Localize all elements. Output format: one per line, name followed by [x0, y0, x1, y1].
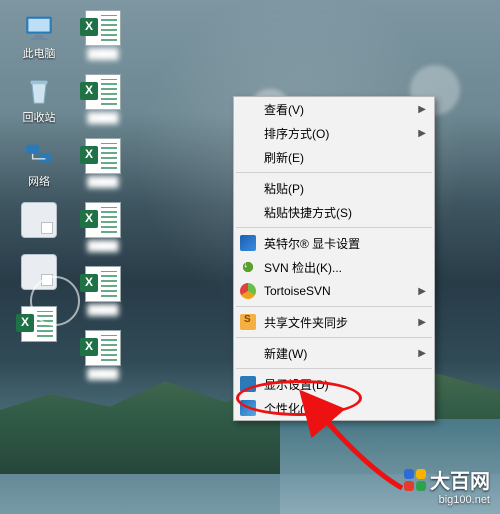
menu-item-personalize[interactable]: 个性化(R) — [234, 396, 434, 420]
menu-item-label: 排序方式(O) — [264, 125, 329, 142]
desktop-icon-network[interactable]: 网络 — [11, 138, 67, 188]
shared-folder-icon — [240, 314, 256, 330]
personalize-icon — [240, 400, 256, 416]
excel-file-icon — [85, 330, 121, 366]
network-icon — [21, 138, 57, 174]
desktop-icon-label: ████ — [87, 112, 118, 124]
menu-item-label: 粘贴(P) — [264, 180, 304, 197]
desktop-icon-label: 此电脑 — [23, 48, 56, 60]
intel-icon — [240, 235, 256, 251]
desktop-icon-generic[interactable] — [11, 202, 67, 240]
menu-item-sort[interactable]: 排序方式(O) ▶ — [234, 121, 434, 145]
menu-item-paste-shortcut[interactable]: 粘贴快捷方式(S) — [234, 200, 434, 224]
excel-file-icon — [85, 138, 121, 174]
menu-separator — [236, 306, 432, 307]
menu-item-svn-checkout[interactable]: SVN 检出(K)... — [234, 255, 434, 279]
menu-separator — [236, 368, 432, 369]
desktop-icon-excel[interactable]: ████ — [75, 74, 131, 124]
watermark-brand: 大百网 — [430, 465, 490, 494]
tortoisesvn-icon — [240, 283, 256, 299]
menu-item-label: 英特尔® 显卡设置 — [264, 235, 360, 252]
desktop-icon-label: ████ — [87, 176, 118, 188]
menu-item-intel-graphics[interactable]: 英特尔® 显卡设置 — [234, 231, 434, 255]
submenu-arrow-icon: ▶ — [418, 128, 426, 139]
recycle-bin-icon — [21, 74, 57, 110]
desktop-icon-label: 网络 — [28, 176, 50, 188]
assistive-hint-circle — [30, 276, 80, 326]
desktop-icon-label: ████ — [87, 304, 118, 316]
excel-file-icon — [85, 266, 121, 302]
watermark-url: big100.net — [404, 494, 490, 506]
this-pc-icon — [21, 10, 57, 46]
excel-file-icon — [85, 202, 121, 238]
desktop-icon-excel[interactable]: ████ — [75, 330, 131, 380]
svn-checkout-icon — [240, 259, 256, 275]
desktop-icon-label: ████ — [87, 240, 118, 252]
watermark-logo-icon — [404, 469, 426, 491]
menu-item-paste[interactable]: 粘贴(P) — [234, 176, 434, 200]
watermark: 大百网 big100.net — [404, 465, 490, 506]
excel-file-icon — [85, 74, 121, 110]
menu-separator — [236, 227, 432, 228]
menu-item-label: 显示设置(D) — [264, 376, 329, 393]
desktop[interactable]: 此电脑 回收站 网络 ████ ████ ██ — [0, 0, 500, 514]
desktop-icon-label: ████ — [87, 368, 118, 380]
menu-item-new[interactable]: 新建(W) ▶ — [234, 341, 434, 365]
desktop-icon-label: ████ — [87, 48, 118, 60]
menu-item-label: 查看(V) — [264, 101, 304, 118]
menu-item-label: 粘贴快捷方式(S) — [264, 204, 352, 221]
menu-item-display-settings[interactable]: 显示设置(D) — [234, 372, 434, 396]
desktop-context-menu: 查看(V) ▶ 排序方式(O) ▶ 刷新(E) 粘贴(P) 粘贴快捷方式(S) 英特… — [233, 96, 435, 421]
menu-item-shared-folder-sync[interactable]: 共享文件夹同步 ▶ — [234, 310, 434, 334]
submenu-arrow-icon: ▶ — [418, 317, 426, 328]
menu-item-label: 新建(W) — [264, 345, 307, 362]
menu-item-label: 刷新(E) — [264, 149, 304, 166]
excel-file-icon — [85, 10, 121, 46]
menu-item-label: TortoiseSVN — [264, 284, 331, 298]
menu-separator — [236, 172, 432, 173]
desktop-icon-label: 回收站 — [23, 112, 56, 124]
display-settings-icon — [240, 376, 256, 392]
desktop-icon-this-pc[interactable]: 此电脑 — [11, 10, 67, 60]
menu-item-refresh[interactable]: 刷新(E) — [234, 145, 434, 169]
desktop-icon-excel[interactable]: ████ — [75, 138, 131, 188]
menu-item-label: 共享文件夹同步 — [264, 314, 348, 331]
menu-item-label: 个性化(R) — [264, 400, 317, 417]
desktop-icon-recycle-bin[interactable]: 回收站 — [11, 74, 67, 124]
submenu-arrow-icon: ▶ — [418, 348, 426, 359]
submenu-arrow-icon: ▶ — [418, 104, 426, 115]
file-icon — [21, 202, 57, 238]
desktop-icon-excel[interactable]: ████ — [75, 10, 131, 60]
desktop-icon-excel[interactable]: ████ — [75, 266, 131, 316]
menu-item-view[interactable]: 查看(V) ▶ — [234, 97, 434, 121]
submenu-arrow-icon: ▶ — [418, 286, 426, 297]
desktop-icons-col-2: ████ ████ ████ ████ ████ ████ — [74, 10, 132, 380]
desktop-icon-excel[interactable]: ████ — [75, 202, 131, 252]
menu-item-tortoisesvn[interactable]: TortoiseSVN ▶ — [234, 279, 434, 303]
menu-item-label: SVN 检出(K)... — [264, 259, 342, 276]
menu-separator — [236, 337, 432, 338]
